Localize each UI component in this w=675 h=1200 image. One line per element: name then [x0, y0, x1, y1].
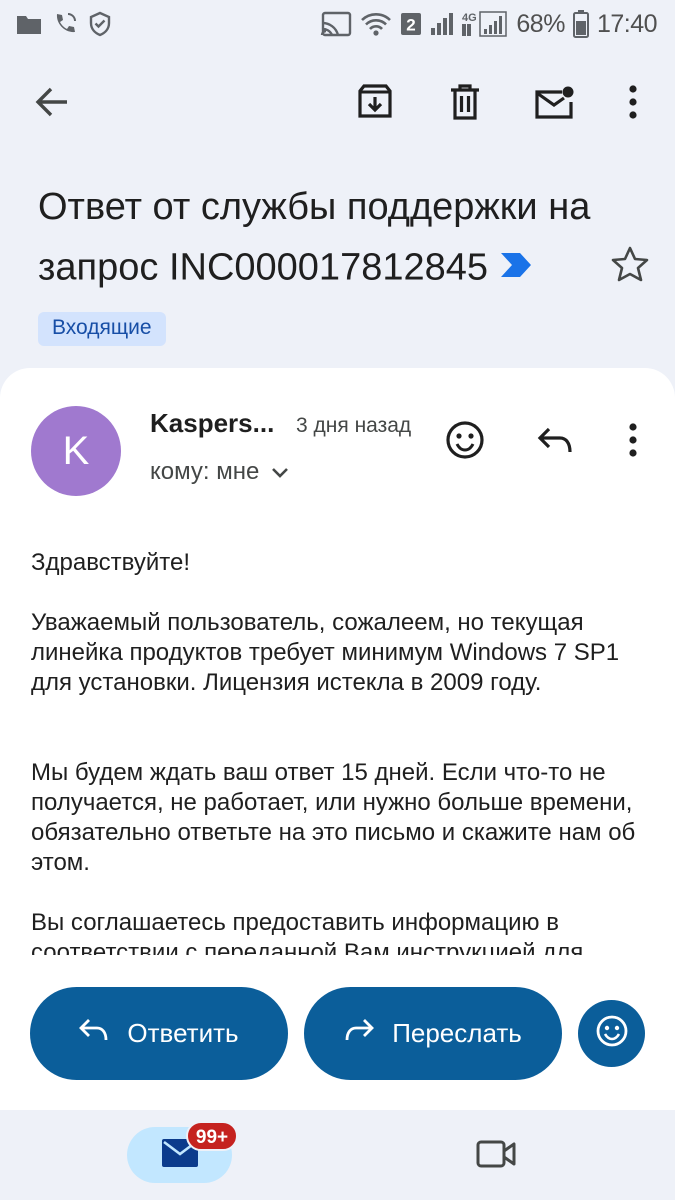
nav-meet-tab[interactable] [468, 1131, 524, 1181]
body-paragraph: Вы соглашаетесь предоставить информацию … [31, 909, 584, 955]
email-subject: Ответ от службы поддержки на запрос INC0… [38, 178, 598, 361]
status-bar: 2 4G 68% 17:40 [0, 0, 675, 48]
back-button[interactable] [22, 74, 82, 134]
smiley-icon [445, 420, 485, 465]
unread-count-badge: 99+ [186, 1121, 238, 1151]
shield-check-icon [88, 11, 112, 37]
mark-unread-button[interactable] [525, 74, 585, 134]
folder-icon [16, 13, 42, 35]
more-options-button[interactable] [603, 74, 663, 134]
archive-icon [357, 83, 393, 125]
star-button[interactable] [604, 240, 656, 292]
body-paragraph: Уважаемый пользователь, сожалеем, но тек… [31, 609, 620, 696]
important-marker-icon [500, 237, 532, 296]
reply-icon-button[interactable] [529, 416, 581, 468]
star-icon [611, 246, 649, 287]
more-vert-icon [629, 422, 637, 462]
delete-button[interactable] [435, 74, 495, 134]
clock: 17:40 [596, 9, 658, 38]
sender-avatar[interactable]: K [31, 406, 121, 496]
forward-label: Переслать [392, 1018, 522, 1048]
emoji-react-button[interactable] [439, 416, 491, 468]
reply-icon [79, 1018, 109, 1049]
reply-button[interactable]: Ответить [30, 987, 288, 1080]
reply-label: Ответить [127, 1018, 239, 1048]
emoji-reaction-button[interactable] [578, 1000, 645, 1067]
sender-name[interactable]: Kaspers... [150, 408, 274, 439]
body-paragraph: Мы будем ждать ваш ответ 15 дней. Если ч… [31, 759, 636, 876]
wifi-icon [360, 11, 392, 37]
chevron-down-icon [271, 458, 289, 486]
svg-text:4G: 4G [462, 12, 477, 24]
battery-percent: 68% [516, 9, 565, 38]
more-vert-icon [629, 84, 637, 124]
back-arrow-icon [35, 87, 69, 122]
recipients-text: кому: мне [150, 458, 260, 485]
screen-cast-icon [320, 11, 352, 37]
message-time: 3 дня назад [296, 414, 412, 437]
video-camera-icon [476, 1139, 516, 1174]
message-body: Здравствуйте! Уважаемый пользователь, со… [31, 548, 651, 955]
battery-icon [572, 10, 589, 38]
recipients-toggle[interactable]: кому: мне [150, 458, 289, 486]
message-more-button[interactable] [607, 416, 659, 468]
signal-icon [430, 12, 454, 36]
bottom-navigation: 99+ [0, 1110, 675, 1200]
label-chip-inbox[interactable]: Входящие [38, 311, 166, 346]
forward-button[interactable]: Переслать [304, 987, 562, 1080]
signal-4g-icon: 4G [462, 10, 508, 38]
message-actions: Ответить Переслать [0, 955, 675, 1110]
svg-text:2: 2 [407, 16, 416, 35]
archive-button[interactable] [345, 74, 405, 134]
forward-icon [344, 1018, 375, 1049]
smiley-icon [595, 1014, 629, 1053]
wifi-calling-icon [52, 11, 78, 37]
body-paragraph: Здравствуйте! [31, 549, 191, 576]
reply-icon [537, 426, 573, 459]
message-card: K Kaspers... 3 дня назад кому: мне Здрав… [0, 368, 675, 955]
mark-unread-icon [535, 85, 575, 124]
delete-icon [449, 83, 481, 125]
sim-2-icon: 2 [400, 12, 422, 36]
top-app-bar [0, 62, 675, 146]
